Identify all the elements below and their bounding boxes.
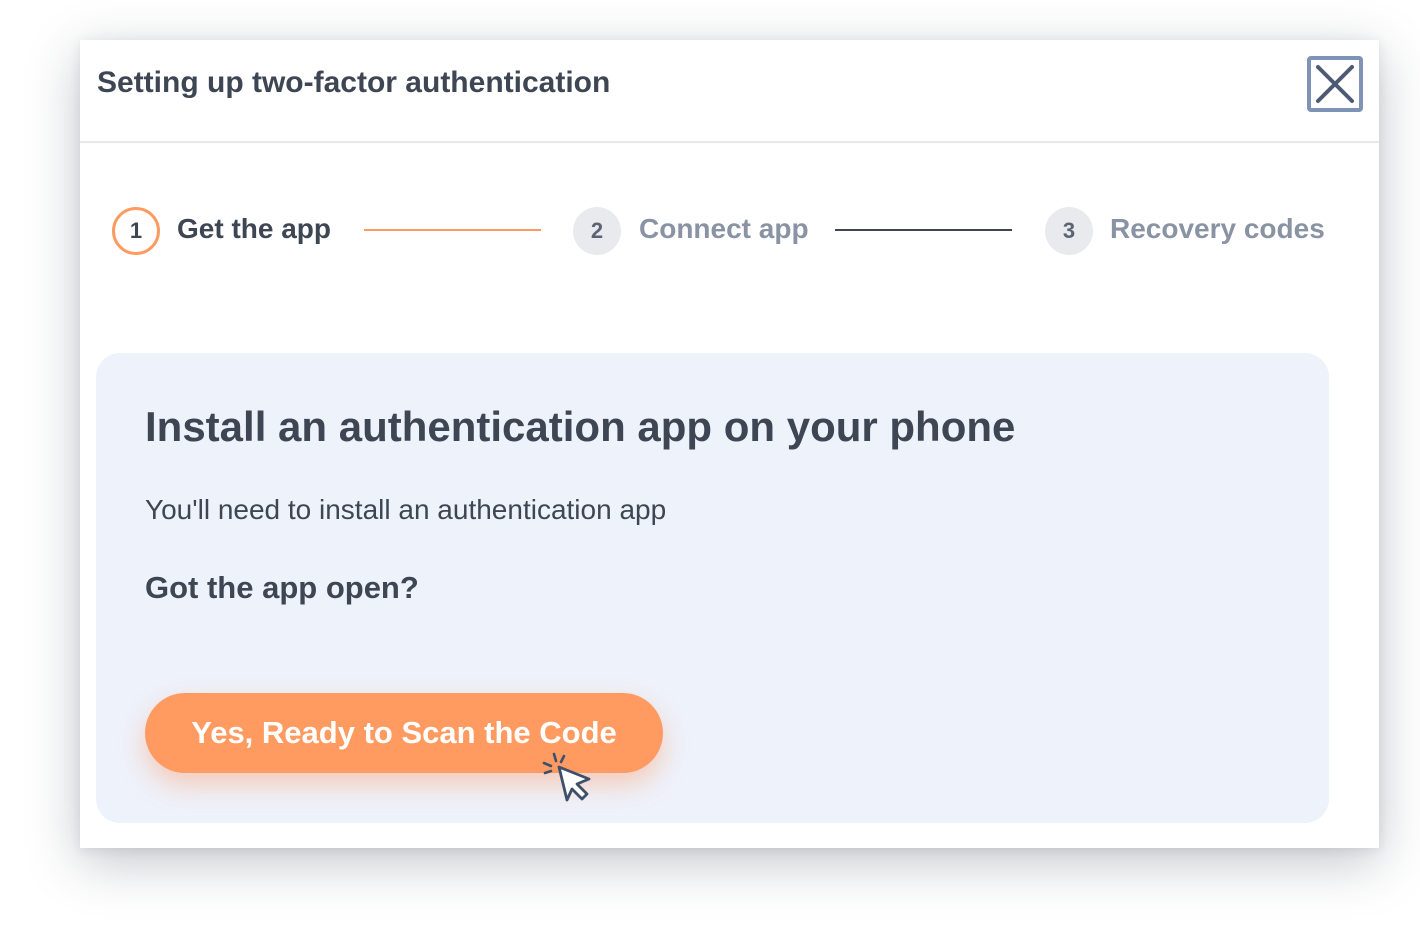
- step-1-number: 1: [112, 207, 160, 255]
- step-2-number: 2: [573, 207, 621, 255]
- panel-description: You'll need to install an authentication…: [145, 494, 667, 525]
- step-1-label: Get the app: [177, 213, 332, 244]
- close-icon: [1316, 65, 1354, 103]
- install-app-panel: Install an authentication app on your ph…: [96, 353, 1329, 823]
- close-button[interactable]: [1307, 56, 1363, 112]
- progress-stepper: 1 Get the app 2 Connect app 3 Recovery c…: [80, 205, 1379, 257]
- step-connector-2: [835, 229, 1012, 231]
- step-connector-1: [364, 229, 541, 231]
- panel-heading: Install an authentication app on your ph…: [145, 403, 1016, 450]
- modal-title: Setting up two-factor authentication: [97, 66, 611, 99]
- panel-question: Got the app open?: [145, 570, 419, 605]
- click-cursor-icon: [542, 752, 591, 802]
- step-3-label: Recovery codes: [1110, 213, 1325, 244]
- modal-header: Setting up two-factor authentication: [80, 40, 1379, 143]
- two-factor-setup-modal: Setting up two-factor authentication 1 G…: [80, 40, 1379, 848]
- step-3-number: 3: [1045, 207, 1093, 255]
- step-2-label: Connect app: [639, 213, 809, 244]
